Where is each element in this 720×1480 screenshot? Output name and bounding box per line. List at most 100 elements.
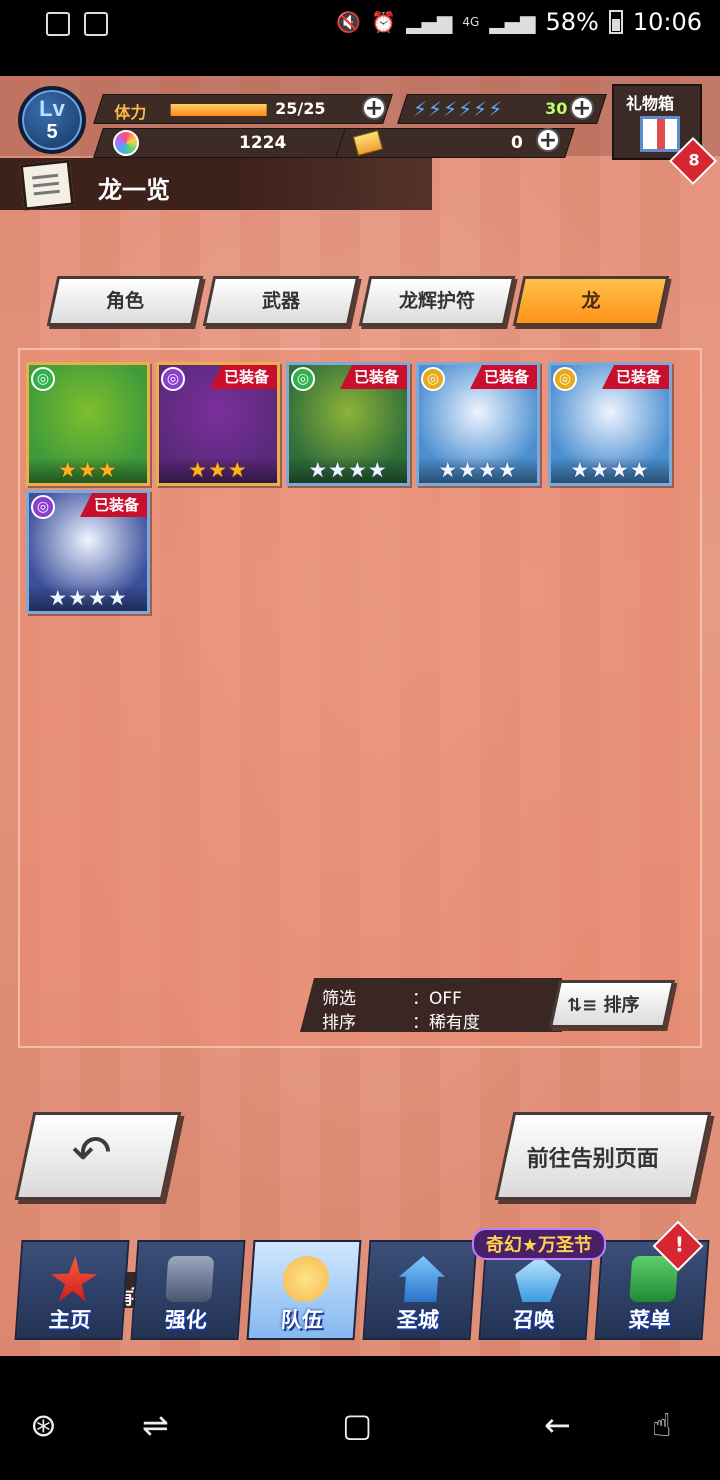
tab-characters[interactable]: 角色 <box>46 276 204 326</box>
stamina-label: 体力 <box>114 103 147 122</box>
battery-icon <box>608 10 623 34</box>
filter-sort-status: 筛选 ：OFF 排序 ：稀有度 <box>300 978 562 1032</box>
add-ticket-button[interactable]: + <box>536 128 560 152</box>
clock: 10:06 <box>632 8 702 36</box>
castle-icon <box>397 1256 446 1302</box>
back-button[interactable]: ↶ <box>14 1112 182 1200</box>
farewell-page-button[interactable]: 前往告别页面 <box>494 1112 712 1200</box>
screenshot-notification-icon <box>84 12 108 36</box>
wind-attr-icon: ◎ <box>291 367 315 391</box>
gem-value: 1224 <box>239 133 287 153</box>
nav-label: 圣城 <box>396 1308 440 1332</box>
gift-icon <box>640 116 680 152</box>
filter-label: 筛选 <box>322 989 356 1009</box>
page-title: 龙一览 <box>98 176 170 204</box>
halloween-event-banner[interactable]: 奇幻★万圣节 <box>472 1228 606 1260</box>
alert-icon: ! <box>674 1232 684 1257</box>
tab-label: 武器 <box>261 290 300 312</box>
bottom-nav: 主页 强化 队伍 圣城 召唤 菜单 奇幻★万圣节 ! <box>0 1220 720 1356</box>
light-attr-icon: ◎ <box>553 367 577 391</box>
sort-button[interactable]: ⇅≡ 排序 <box>548 980 676 1028</box>
recents-icon[interactable]: ⇌ <box>142 1406 169 1444</box>
rarity-stars: ★★★★ <box>551 457 669 483</box>
stamina-track <box>170 104 267 116</box>
nav-home[interactable]: 主页 <box>14 1240 130 1340</box>
tab-dragons[interactable]: 龙 <box>512 276 670 326</box>
rarity-stars: ★★★★ <box>29 585 147 611</box>
dragon-card[interactable]: ◎ 已装备 ★★★★ <box>548 362 672 486</box>
energy-value: 30 <box>545 99 568 118</box>
back-icon[interactable]: ← <box>544 1406 571 1444</box>
tab-amulets[interactable]: 龙辉护符 <box>358 276 516 326</box>
level-value: 5 <box>46 121 58 143</box>
nav-label: 队伍 <box>280 1308 324 1332</box>
list-document-icon <box>19 159 75 211</box>
ticket-icon <box>352 129 384 157</box>
home-star-icon <box>49 1256 98 1302</box>
home-icon[interactable]: ▢ <box>342 1406 372 1444</box>
sort-value: ：稀有度 <box>412 1013 480 1033</box>
tab-weapons[interactable]: 武器 <box>202 276 360 326</box>
dragon-card[interactable]: ◎ 已装备 ★★★ <box>156 362 280 486</box>
stamina-fill <box>170 104 267 116</box>
nav-label: 菜单 <box>628 1308 672 1332</box>
filter-value: ：OFF <box>412 989 462 1009</box>
tab-label: 龙辉护符 <box>398 290 475 312</box>
dragon-list-panel: ◎ ★★★ ◎ 已装备 ★★★ ◎ 已装备 ★★★★ ◎ 已装备 ★★★★ ◎ 已装备 ★★★★ ◎ 已装备 ★… <box>18 348 702 1048</box>
system-navigation-bar: ⊛ ⇌ ▢ ← ☝ <box>0 1356 720 1480</box>
level-badge: Lv 5 <box>18 86 86 154</box>
gem-bar: 1224 <box>93 128 353 158</box>
wind-attr-icon: ◎ <box>31 367 55 391</box>
dragon-card[interactable]: ◎ ★★★ <box>26 362 150 486</box>
battery-percent: 58% <box>545 8 599 36</box>
sort-button-label: 排序 <box>603 995 640 1016</box>
stamina-bar: 体力 25/25 <box>93 94 393 124</box>
mute-icon: 🔇 <box>336 10 362 34</box>
gift-box-label: 礼物箱 <box>626 94 675 113</box>
gift-box-button[interactable]: 礼物箱 8 <box>612 84 718 186</box>
energy-bolts-icon: ⚡⚡⚡⚡⚡⚡ <box>413 97 504 121</box>
crystal-icon <box>513 1256 562 1302</box>
network-type: 4G <box>462 15 480 29</box>
gift-count: 8 <box>688 150 700 170</box>
status-bar: 🔇 ⏰ ▂▄▆ 4G ▂▄▆ 58% 10:06 <box>0 0 720 50</box>
farewell-button-label: 前往告别页面 <box>526 1147 659 1172</box>
dragon-card[interactable]: ◎ 已装备 ★★★★ <box>286 362 410 486</box>
nav-team[interactable]: 队伍 <box>246 1240 362 1340</box>
alarm-icon: ⏰ <box>371 10 397 34</box>
dragon-card[interactable]: ◎ 已装备 ★★★★ <box>26 490 150 614</box>
signal-icon: ▂▄▆ <box>406 10 453 34</box>
rarity-stars: ★★★★ <box>289 457 407 483</box>
add-stamina-button[interactable]: + <box>362 96 386 120</box>
level-label: Lv <box>39 96 65 121</box>
hammer-icon <box>165 1256 215 1302</box>
gallery-notification-icon <box>46 12 70 36</box>
rarity-stars: ★★★★ <box>419 457 537 483</box>
dragon-card[interactable]: ◎ 已装备 ★★★★ <box>416 362 540 486</box>
dark-attr-icon: ◎ <box>31 495 55 519</box>
game-tools-icon[interactable]: ⊛ <box>30 1406 57 1444</box>
rarity-stars: ★★★ <box>159 457 277 483</box>
nav-label: 主页 <box>48 1308 92 1332</box>
touch-assist-icon[interactable]: ☝ <box>652 1406 671 1444</box>
nav-label: 强化 <box>164 1308 208 1332</box>
team-characters-icon <box>281 1256 331 1302</box>
tab-label: 角色 <box>105 290 144 312</box>
stamina-value: 25/25 <box>275 99 326 118</box>
nav-enhance[interactable]: 强化 <box>130 1240 246 1340</box>
dark-attr-icon: ◎ <box>161 367 185 391</box>
sort-order-icon: ⇅≡ <box>567 995 598 1016</box>
nav-holy-city[interactable]: 圣城 <box>362 1240 478 1340</box>
rarity-stars: ★★★ <box>29 457 147 483</box>
light-attr-icon: ◎ <box>421 367 445 391</box>
nav-label: 召唤 <box>512 1308 556 1332</box>
title-bar: 龙一览 <box>0 158 432 211</box>
tab-label: 龙 <box>581 290 601 312</box>
back-arrow-icon: ↶ <box>71 1125 112 1181</box>
signal-icon-2: ▂▄▆ <box>489 10 536 34</box>
sort-label: 排序 <box>322 1013 356 1033</box>
game-screen: Lv 5 体力 25/25 + ⚡⚡⚡⚡⚡⚡ 30 + 1224 0 + 礼物箱… <box>0 76 720 1356</box>
ticket-value: 0 <box>511 133 523 153</box>
add-energy-button[interactable]: + <box>570 96 594 120</box>
rainbow-gem-icon <box>113 130 139 156</box>
